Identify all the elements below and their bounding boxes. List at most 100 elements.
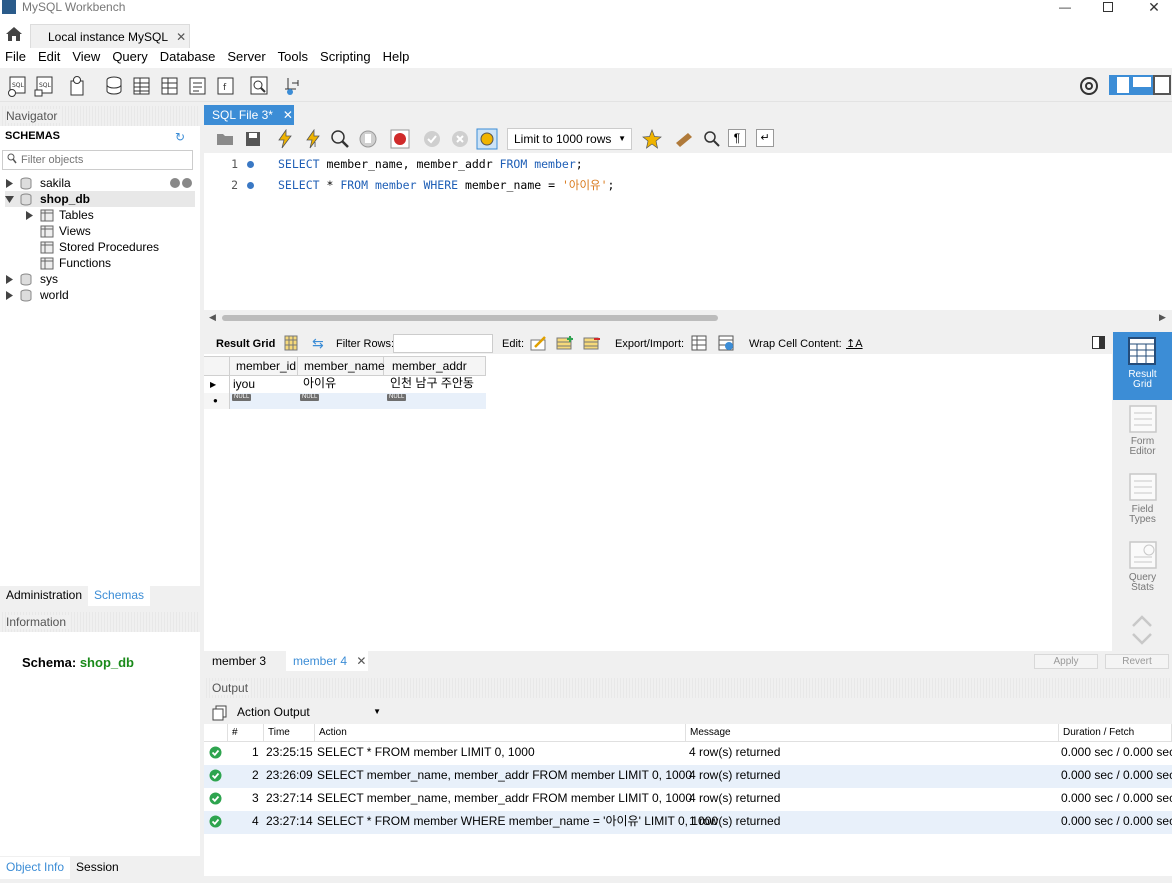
create-function-icon[interactable]: f [214, 75, 236, 97]
schema-item-sakila[interactable]: sakila [5, 175, 195, 191]
connection-tab[interactable]: Local instance MySQL ✕ [30, 24, 190, 48]
side-form-editor-button[interactable]: Form Editor [1113, 405, 1172, 457]
close-connection-tab-icon[interactable]: ✕ [176, 30, 186, 44]
home-icon[interactable] [5, 26, 23, 42]
copy-output-icon[interactable] [212, 705, 228, 721]
tab-object-info[interactable]: Object Info [0, 857, 71, 879]
sql-editor[interactable]: 1 SELECT member_name, member_addr FROM m… [204, 153, 1172, 310]
tree-item-tables[interactable]: Tables [25, 207, 94, 223]
tab-administration[interactable]: Administration [0, 586, 88, 606]
settings-icon[interactable] [1078, 75, 1100, 97]
grid-view-icon[interactable] [284, 335, 298, 351]
create-table-icon[interactable] [130, 75, 152, 97]
menu-edit[interactable]: Edit [33, 48, 67, 68]
toggle-secondary-sidebar-icon[interactable] [1153, 75, 1171, 95]
find-icon[interactable] [702, 129, 722, 149]
column-header-member-addr[interactable]: member_addr [384, 357, 486, 376]
side-result-grid-button[interactable]: Result Grid [1113, 332, 1172, 400]
search-table-data-icon[interactable] [248, 75, 270, 97]
wrap-cell-icon[interactable]: ↥A [846, 337, 863, 350]
column-header-member-name[interactable]: member_name [298, 357, 385, 376]
toggle-sidebar-icon[interactable] [1109, 75, 1131, 95]
export-icon[interactable] [691, 335, 709, 351]
sql-file-tab[interactable]: SQL File 3* ✕ [204, 105, 294, 125]
new-sql-tab-icon[interactable]: SQL [7, 75, 29, 97]
autocommit-toggle-icon[interactable] [476, 128, 498, 150]
schema-info-icons[interactable] [169, 177, 195, 189]
import-icon[interactable] [718, 335, 736, 351]
col-action[interactable]: Action [315, 724, 686, 742]
scrollbar-thumb[interactable] [222, 315, 718, 321]
stop-icon[interactable] [358, 129, 378, 149]
schema-item-world[interactable]: world [5, 287, 69, 303]
tab-schemas[interactable]: Schemas [88, 586, 151, 606]
apply-button[interactable]: Apply [1034, 654, 1098, 669]
rollback-icon[interactable] [450, 129, 470, 149]
revert-button[interactable]: Revert [1105, 654, 1169, 669]
expand-arrow-icon[interactable] [25, 210, 34, 220]
menu-help[interactable]: Help [378, 48, 417, 68]
output-row[interactable]: 1 23:25:15 SELECT * FROM member LIMIT 0, 1… [204, 742, 1172, 765]
expand-arrow-icon[interactable] [5, 274, 14, 284]
output-row[interactable]: 2 23:26:09 SELECT member_name, member_addr… [204, 765, 1172, 788]
collapse-arrow-icon[interactable] [5, 195, 14, 204]
menu-scripting[interactable]: Scripting [315, 48, 378, 68]
add-row-icon[interactable] [556, 335, 574, 351]
col-number[interactable]: # [228, 724, 264, 742]
scroll-up-icon[interactable] [1131, 614, 1153, 628]
word-wrap-icon[interactable]: ↵ [756, 129, 774, 147]
invisible-characters-icon[interactable]: ¶ [728, 129, 746, 147]
side-query-stats-button[interactable]: Query Stats [1113, 541, 1172, 593]
limit-rows-select[interactable]: Limit to 1000 rows ▼ [507, 128, 632, 150]
tree-item-functions[interactable]: Functions [40, 255, 111, 271]
scroll-left-icon[interactable]: ◀ [209, 312, 216, 323]
menu-database[interactable]: Database [155, 48, 223, 68]
toggle-error-stop-icon[interactable] [390, 129, 410, 149]
output-row[interactable]: 3 23:27:14 SELECT member_name, member_addr… [204, 788, 1172, 811]
tree-item-stored-procedures[interactable]: Stored Procedures [40, 239, 159, 255]
column-header-member-id[interactable]: member_id [230, 357, 298, 376]
execute-icon[interactable] [276, 129, 294, 149]
col-time[interactable]: Time [264, 724, 315, 742]
schema-item-shop-db[interactable]: shop_db [5, 191, 195, 207]
open-file-icon[interactable] [216, 130, 234, 148]
scroll-right-icon[interactable]: ▶ [1159, 312, 1166, 323]
close-sql-tab-icon[interactable]: ✕ [283, 108, 293, 122]
cell-member-id[interactable]: iyou [233, 376, 255, 393]
save-icon[interactable] [244, 130, 262, 148]
execute-current-icon[interactable]: I [304, 129, 322, 149]
open-sql-script-icon[interactable]: SQL [34, 75, 56, 97]
expand-arrow-icon[interactable] [5, 178, 14, 188]
commit-icon[interactable] [422, 129, 442, 149]
minimize-button[interactable]: — [1048, 0, 1082, 14]
maximize-button[interactable] [1091, 0, 1125, 14]
schema-item-sys[interactable]: sys [5, 271, 58, 287]
filter-objects-box[interactable] [2, 150, 193, 170]
menu-tools[interactable]: Tools [273, 48, 315, 68]
explain-icon[interactable] [330, 129, 350, 149]
output-row[interactable]: 4 23:27:14 SELECT * FROM member WHERE memb… [204, 811, 1172, 834]
new-row[interactable]: ● NULL NULL NULL [204, 393, 486, 409]
close-tab-icon[interactable]: ✕ [356, 654, 366, 668]
refresh-schemas-icon[interactable]: ↻ [175, 130, 185, 144]
refresh-icon[interactable]: ⇆ [312, 336, 324, 350]
side-field-types-button[interactable]: Field Types [1113, 473, 1172, 525]
menu-server[interactable]: Server [222, 48, 272, 68]
editor-horizontal-scrollbar[interactable]: ◀ ▶ [204, 310, 1172, 326]
reconnect-icon[interactable] [282, 75, 304, 97]
tree-item-views[interactable]: Views [40, 223, 91, 239]
filter-objects-input[interactable] [21, 152, 189, 168]
table-row[interactable]: ▶ iyou 아이유 인천 남구 주안동 [204, 376, 486, 393]
create-procedure-icon[interactable] [186, 75, 208, 97]
col-duration[interactable]: Duration / Fetch [1059, 724, 1172, 742]
create-schema-icon[interactable] [102, 75, 124, 97]
cell-member-name[interactable]: 아이유 [303, 376, 336, 391]
add-snippet-icon[interactable] [642, 129, 662, 149]
output-mode-select[interactable]: Action Output ▼ [233, 702, 383, 722]
tab-session[interactable]: Session [70, 857, 125, 879]
menu-view[interactable]: View [67, 48, 107, 68]
beautify-icon[interactable] [674, 129, 694, 149]
menu-query[interactable]: Query [107, 48, 154, 68]
tab-member-3[interactable]: member 3 [212, 654, 266, 668]
toggle-result-sidebar-icon[interactable] [1092, 336, 1105, 349]
